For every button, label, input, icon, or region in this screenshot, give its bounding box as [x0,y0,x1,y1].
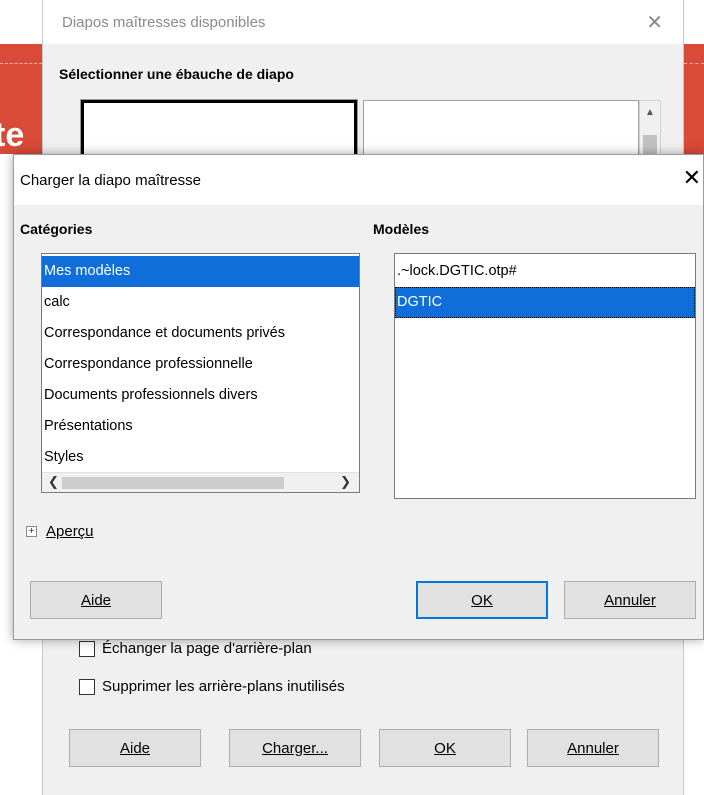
category-item[interactable]: Styles [42,442,359,470]
front-dialog-close-icon[interactable]: ✕ [683,165,701,191]
slide-design-thumbnail[interactable] [363,100,639,160]
category-item[interactable]: Mes modèles [42,256,359,287]
slide-design-thumbnail-selected[interactable] [80,99,358,161]
categories-list[interactable]: Mes modèles calc Correspondance et docum… [41,253,360,493]
scroll-right-icon[interactable]: ❯ [340,474,351,490]
load-button[interactable]: Charger... [229,729,361,767]
back-help-button[interactable]: Aide [69,729,201,767]
model-item[interactable]: DGTIC [395,287,695,318]
exchange-background-checkbox[interactable] [79,640,95,657]
back-cancel-button[interactable]: Annuler [527,729,659,767]
models-list[interactable]: .~lock.DGTIC.otp# DGTIC [394,253,696,499]
select-slide-design-heading: Sélectionner une ébauche de diapo [59,66,294,82]
category-item[interactable]: Correspondance professionnelle [42,349,359,380]
delete-unused-backgrounds-checkbox[interactable] [79,678,95,695]
category-item[interactable]: calc [42,287,359,318]
exchange-background-label: Échanger la page d'arrière-plan [102,640,312,657]
preview-label: Aperçu [46,523,94,540]
exchange-background-option[interactable]: Échanger la page d'arrière-plan [79,640,312,657]
model-item[interactable]: .~lock.DGTIC.otp# [395,256,695,287]
back-dialog-titlebar: Diapos maîtresses disponibles [43,0,683,44]
scroll-up-icon[interactable]: ▲ [640,101,660,118]
ok-button[interactable]: OK [416,581,548,619]
slide-background-text: te [0,116,25,154]
back-help-button-label: Aide [119,739,151,757]
back-dialog-close-icon[interactable]: ✕ [646,10,663,35]
back-ok-button[interactable]: OK [379,729,511,767]
category-item[interactable]: Documents professionnels divers [42,380,359,411]
delete-unused-backgrounds-option[interactable]: Supprimer les arrière-plans inutilisés [79,678,345,695]
slide-red-band-right [684,44,704,154]
scrollbar-thumb[interactable] [62,477,284,489]
ok-button-label: OK [471,591,493,609]
back-dialog-title: Diapos maîtresses disponibles [62,13,266,31]
cancel-button-label: Annuler [604,591,656,609]
category-item[interactable]: Présentations [42,411,359,442]
front-dialog-title: Charger la diapo maîtresse [20,171,201,189]
delete-unused-backgrounds-label: Supprimer les arrière-plans inutilisés [102,678,345,695]
slide-guide-line-right [684,63,704,64]
load-button-label: Charger... [262,739,328,757]
cancel-button[interactable]: Annuler [564,581,696,619]
back-cancel-button-label: Annuler [567,739,619,757]
categories-label: Catégories [20,221,93,237]
models-label: Modèles [373,221,430,237]
expand-plus-icon[interactable]: + [26,526,37,537]
category-item[interactable]: Correspondance et documents privés [42,318,359,349]
front-dialog-titlebar: Charger la diapo maîtresse [14,155,703,205]
scroll-left-icon[interactable]: ❮ [48,474,59,490]
slide-guide-line-left [0,63,42,64]
back-ok-button-label: OK [434,739,456,757]
categories-horizontal-scrollbar[interactable]: ❮ ❯ [42,472,359,492]
design-list-scrollbar[interactable]: ▲ [639,100,661,161]
load-master-slide-dialog: Charger la diapo maîtresse ✕ Catégories … [13,154,704,640]
help-button[interactable]: Aide [30,581,162,619]
preview-toggle[interactable]: + Aperçu [26,523,94,540]
help-button-label: Aide [80,591,112,609]
